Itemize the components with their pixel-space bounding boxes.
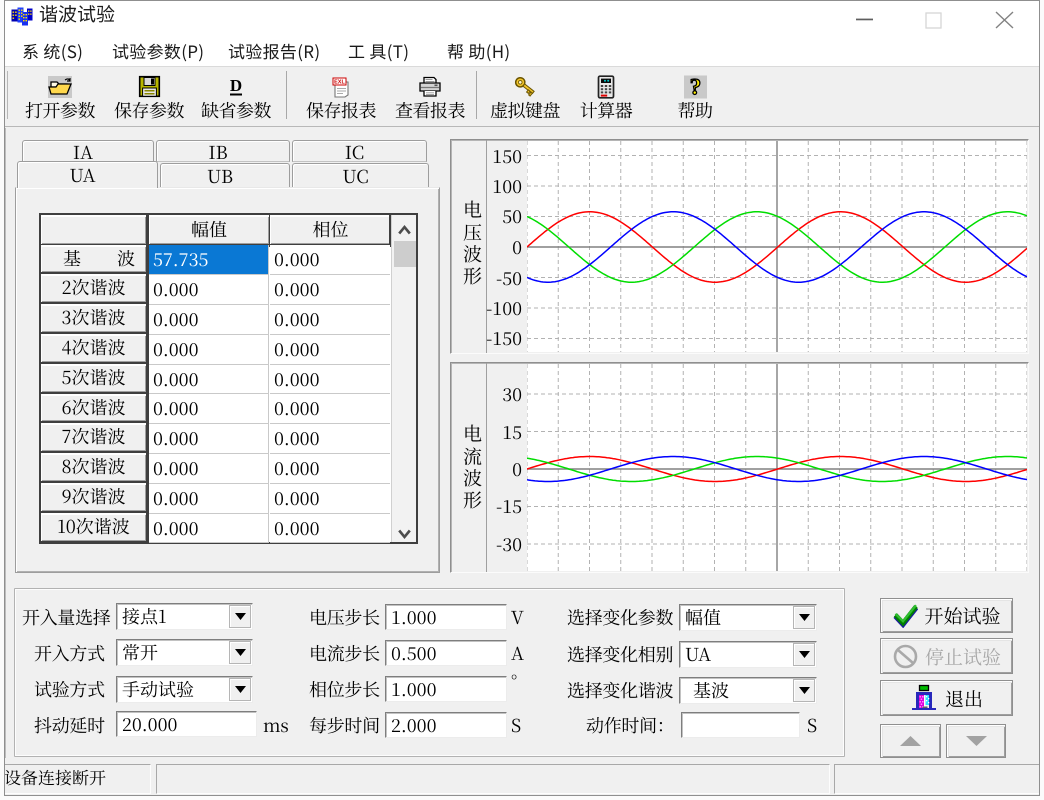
svg-text:EXL: EXL: [334, 79, 345, 85]
svg-text:?: ?: [689, 75, 701, 99]
svg-text:D: D: [230, 76, 242, 95]
